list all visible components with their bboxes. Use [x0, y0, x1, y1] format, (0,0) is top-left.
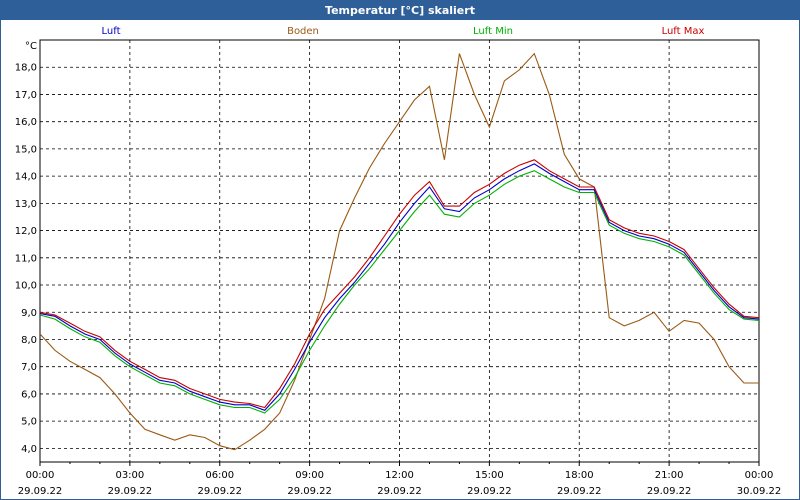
- x-tick-time: 12:00: [385, 470, 414, 481]
- x-tick-date: 29.09.22: [467, 486, 512, 497]
- x-tick-date: 29.09.22: [377, 486, 422, 497]
- legend-entry-luft-max: Luft Max: [662, 26, 705, 37]
- y-tick-label: 8,0: [21, 335, 37, 346]
- x-tick-time: 09:00: [295, 470, 324, 481]
- y-tick-label: 9,0: [21, 308, 37, 319]
- y-tick-label: 14,0: [15, 172, 37, 183]
- y-tick-label: 10,0: [15, 281, 37, 292]
- x-tick-time: 00:00: [745, 470, 774, 481]
- x-tick-time: 06:00: [205, 470, 234, 481]
- legend-entry-boden: Boden: [287, 26, 319, 37]
- x-tick-date: 29.09.22: [287, 486, 332, 497]
- y-tick-label: 12,0: [15, 226, 37, 237]
- legend-entry-luft-min: Luft Min: [473, 26, 513, 37]
- x-tick-date: 29.09.22: [108, 486, 153, 497]
- y-tick-label: 13,0: [15, 199, 37, 210]
- x-tick-date: 29.09.22: [18, 486, 63, 497]
- y-tick-label: 4,0: [21, 444, 37, 455]
- y-tick-label: 15,0: [15, 144, 37, 155]
- x-tick-time: 15:00: [475, 470, 504, 481]
- x-tick-time: 03:00: [115, 470, 144, 481]
- x-tick-date: 30.09.22: [737, 486, 782, 497]
- x-tick-date: 29.09.22: [197, 486, 242, 497]
- legend-entry-luft: Luft: [102, 26, 121, 37]
- x-tick-time: 00:00: [26, 470, 55, 481]
- y-axis-label: °C: [25, 41, 37, 52]
- x-tick-time: 18:00: [565, 470, 594, 481]
- y-tick-label: 5,0: [21, 417, 37, 428]
- x-tick-time: 21:00: [655, 470, 684, 481]
- temperature-line-chart: 4,0 5,0 6,0 7,0 8,0 9,0 10,0 11,0 12,0 13,0 14,0 15…: [15, 26, 782, 497]
- y-tick-label: 17,0: [15, 90, 37, 101]
- y-tick-label: 16,0: [15, 117, 37, 128]
- chart-window: Temperatur [°C] skaliert 4,0 5,0 6,0 7,0 8,0…: [0, 0, 800, 500]
- y-tick-label: 7,0: [21, 362, 37, 373]
- y-tick-label: 11,0: [15, 253, 37, 264]
- y-tick-label: 6,0: [21, 389, 37, 400]
- y-tick-label: 18,0: [15, 63, 37, 74]
- x-tick-date: 29.09.22: [647, 486, 692, 497]
- x-tick-date: 29.09.22: [557, 486, 602, 497]
